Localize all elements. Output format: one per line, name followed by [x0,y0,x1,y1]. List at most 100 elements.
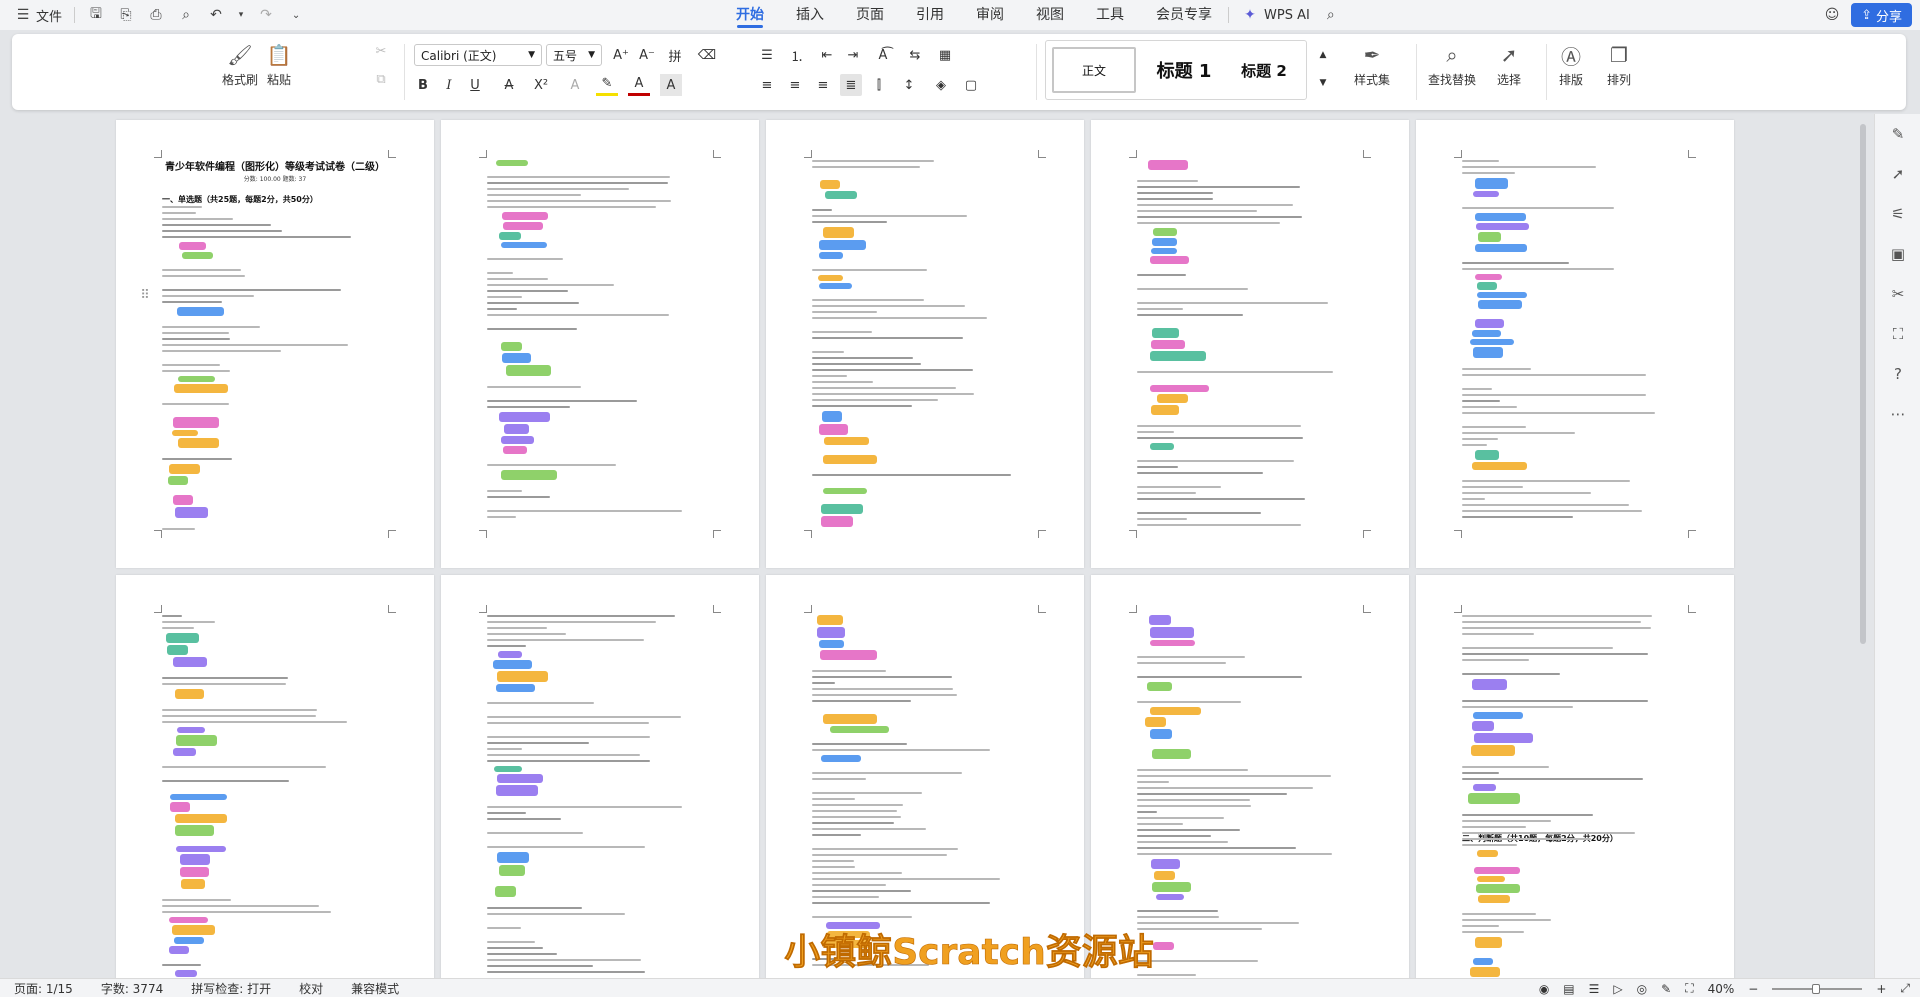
file-menu-button[interactable]: ☰ 文件 [14,6,62,25]
fit-page-icon[interactable]: ⛶ [1685,981,1693,996]
more-icon[interactable]: ⋯ [1888,404,1908,424]
italic-icon[interactable]: I [438,74,460,96]
fullscreen-icon[interactable]: ⤢ [1900,981,1910,996]
align-right-icon[interactable]: ≡ [812,74,834,96]
find-replace-button[interactable]: ⌕ 查找替换 [1428,42,1476,88]
increase-indent-icon[interactable]: ⇥ [842,44,864,66]
zoom-in-icon[interactable]: + [1876,982,1886,996]
chinese-layout-icon[interactable]: A͡ [872,44,894,66]
word-count[interactable]: 字数: 3774 [87,980,177,997]
underline-icon[interactable]: U [464,74,486,96]
vertical-scrollbar[interactable] [1858,114,1868,978]
sliders-icon[interactable]: ⚟ [1888,204,1908,224]
wps-ai-button[interactable]: ✦ WPS AI [1229,6,1322,24]
bullet-list-icon[interactable]: ☰ [756,44,778,66]
align-left-icon[interactable]: ≡ [756,74,778,96]
pen-icon[interactable]: ✎ [1661,982,1671,996]
zoom-slider[interactable] [1772,983,1863,994]
play-icon[interactable]: ▷ [1613,982,1622,996]
tab-member[interactable]: 会员专享 [1140,0,1228,30]
help-icon[interactable]: ? [1888,364,1908,384]
document-page-8[interactable] [766,575,1084,978]
shrink-font-icon[interactable]: A⁻ [636,44,658,66]
line-spacing-icon[interactable]: ↕ [898,74,920,96]
spellcheck-toggle[interactable]: 拼写检查: 打开 [177,980,285,997]
style-normal[interactable]: 正文 [1052,47,1136,93]
superscript-icon[interactable]: X² [530,74,552,96]
style-set-button[interactable]: ✒ 样式集 [1354,42,1390,88]
grow-font-icon[interactable]: A⁺ [610,44,632,66]
style-expand-icon[interactable]: ▼ [1312,72,1334,94]
outline-view-icon[interactable]: ☰ [1589,982,1600,996]
page-indicator[interactable]: 页面: 1/15 [0,980,87,997]
proofread-button[interactable]: 校对 [285,980,337,997]
select-button[interactable]: ➚ 选择 [1496,42,1522,88]
font-color-icon[interactable]: A [628,74,650,96]
char-shading-icon[interactable]: A [660,74,682,96]
arrange-button[interactable]: ❐ 排列 [1606,42,1632,88]
tab-tools[interactable]: 工具 [1080,0,1140,30]
translate-icon[interactable]: ⛶ [1888,324,1908,344]
zoom-level[interactable]: 40% [1708,982,1735,996]
decrease-indent-icon[interactable]: ⇤ [816,44,838,66]
format-painter-button[interactable]: 🖌 格式刷 [222,42,258,88]
customize-toolbar-icon[interactable]: ⌄ [287,6,305,24]
document-page-2[interactable] [441,120,759,568]
zoom-slider-knob[interactable] [1812,983,1821,994]
numbered-list-icon[interactable]: ⒈ [786,44,808,66]
strikethrough-icon[interactable]: A [498,74,520,96]
style-scroll-up-icon[interactable]: ▲ [1312,44,1334,66]
clear-format-icon[interactable]: ⌫ [696,44,718,66]
tab-insert[interactable]: 插入 [780,0,840,30]
border-icon[interactable]: ▢ [960,74,982,96]
document-page-10[interactable]: 二、判断题（共10题，每题2分，共20分） [1416,575,1734,978]
table-grid-icon[interactable]: ▦ [934,44,956,66]
justify-icon[interactable]: ≣ [840,74,862,96]
document-page-6[interactable] [116,575,434,978]
eye-icon[interactable]: ◉ [1539,982,1549,996]
phonetic-guide-icon[interactable]: 拼 [664,44,686,66]
shading-icon[interactable]: ◈ [930,74,952,96]
tab-view[interactable]: 视图 [1020,0,1080,30]
page-view-icon[interactable]: ▤ [1563,982,1574,996]
cut-icon[interactable]: ✂ [370,40,392,62]
share-button[interactable]: ⇪ 分享 [1851,3,1912,27]
scrollbar-thumb[interactable] [1860,124,1866,644]
text-effect-icon[interactable]: A [564,74,586,96]
style-heading-2[interactable]: 标题 2 [1226,47,1302,93]
web-view-icon[interactable]: ◎ [1637,982,1647,996]
document-page-5[interactable] [1416,120,1734,568]
save-icon[interactable]: 🖫 [87,6,105,24]
align-center-icon[interactable]: ≡ [784,74,806,96]
tools-icon[interactable]: ✂ [1888,284,1908,304]
highlight-icon[interactable]: ✎ [596,74,618,96]
document-page-3[interactable] [766,120,1084,568]
print-preview-icon[interactable]: ⌕ [177,6,195,24]
document-page-1[interactable]: 青少年软件编程（图形化）等级考试试卷（二级） 分数: 100.00 题数: 37… [116,120,434,568]
tab-page[interactable]: 页面 [840,0,900,30]
style-heading-1[interactable]: 标题 1 [1142,47,1226,93]
undo-icon[interactable]: ↶ [207,6,225,24]
document-canvas[interactable]: 青少年软件编程（图形化）等级考试试卷（二级） 分数: 100.00 题数: 37… [0,114,1860,978]
edit-icon[interactable]: ✎ [1888,124,1908,144]
paste-button[interactable]: 📋 粘贴 [266,42,292,88]
text-direction-icon[interactable]: ⇆ [904,44,926,66]
drag-handle-icon[interactable]: ⠿ [134,284,156,306]
chat-icon[interactable]: ☺ [1823,6,1841,24]
search-icon[interactable]: ⌕ [1322,6,1340,24]
document-page-9[interactable] [1091,575,1409,978]
image-icon[interactable]: ▣ [1888,244,1908,264]
print-icon[interactable]: ⎙ [147,6,165,24]
document-page-4[interactable] [1091,120,1409,568]
bold-icon[interactable]: B [412,74,434,96]
tab-review[interactable]: 审阅 [960,0,1020,30]
tab-references[interactable]: 引用 [900,0,960,30]
redo-icon[interactable]: ↷ [257,6,275,24]
export-pdf-icon[interactable]: ⎘ [117,6,135,24]
undo-dropdown-icon[interactable]: ▾ [237,6,245,24]
tab-home[interactable]: 开始 [720,0,780,30]
font-name-select[interactable]: Calibri (正文) ▼ [414,44,542,66]
copy-icon[interactable]: ⧉ [370,68,392,90]
pointer-icon[interactable]: ➚ [1888,164,1908,184]
font-size-select[interactable]: 五号 ▼ [546,44,602,66]
